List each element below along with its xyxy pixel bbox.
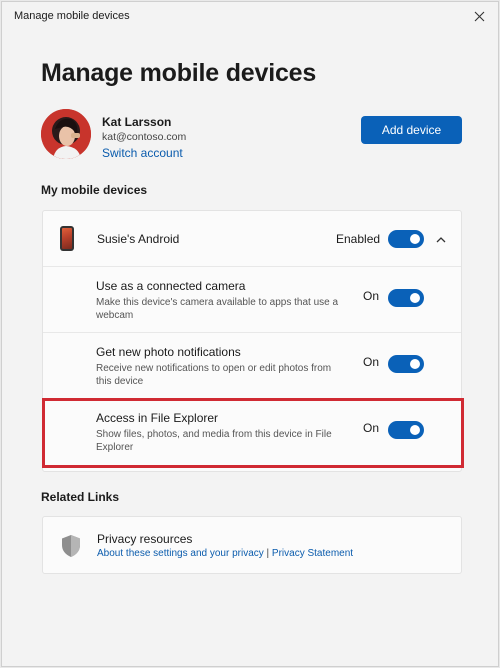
setting-title: Access in File Explorer [96,411,219,425]
page-title: Manage mobile devices [41,59,317,87]
setting-row-file-explorer: Access in File Explorer Show files, phot… [43,399,461,465]
user-email: kat@contoso.com [102,131,187,143]
privacy-card: Privacy resources About these settings a… [42,516,462,574]
close-icon[interactable] [470,7,488,25]
title-bar: Manage mobile devices [2,2,498,32]
switch-account-link[interactable]: Switch account [102,146,183,160]
device-status-label: Enabled [336,232,381,246]
phone-icon [60,226,74,251]
device-name: Susie's Android [97,232,180,246]
window-title: Manage mobile devices [14,10,130,22]
chevron-up-icon[interactable] [435,233,447,245]
setting-state-label: On [363,421,380,435]
file-explorer-toggle[interactable] [388,421,424,439]
setting-row-camera: Use as a connected camera Make this devi… [43,267,461,333]
user-name: Kat Larsson [102,115,172,129]
device-enabled-toggle[interactable] [388,230,424,248]
photo-notifications-toggle[interactable] [388,355,424,373]
setting-description: Receive new notifications to open or edi… [96,363,332,387]
setting-title: Get new photo notifications [96,345,241,359]
setting-title: Use as a connected camera [96,279,246,293]
privacy-links: About these settings and your privacy | … [97,548,353,559]
setting-state-label: On [363,355,380,369]
shield-icon [60,534,82,558]
related-links-heading: Related Links [41,490,120,504]
about-privacy-link[interactable]: About these settings and your privacy [97,548,264,559]
privacy-statement-link[interactable]: Privacy Statement [272,548,353,559]
device-header[interactable]: Susie's Android Enabled [43,211,461,267]
link-separator: | [263,548,272,559]
avatar [41,109,91,159]
device-card: Susie's Android Enabled Use as a connect… [42,210,462,472]
setting-description: Make this device's camera available to a… [96,297,339,321]
my-devices-heading: My mobile devices [41,183,148,197]
setting-description: Show files, photos, and media from this … [96,429,332,453]
privacy-resources-title: Privacy resources [97,532,193,546]
camera-toggle[interactable] [388,289,424,307]
setting-row-photo-notifications: Get new photo notifications Receive new … [43,333,461,399]
manage-devices-window: Manage mobile devices Manage mobile devi… [1,1,499,667]
add-device-button[interactable]: Add device [361,116,462,144]
setting-state-label: On [363,289,380,303]
